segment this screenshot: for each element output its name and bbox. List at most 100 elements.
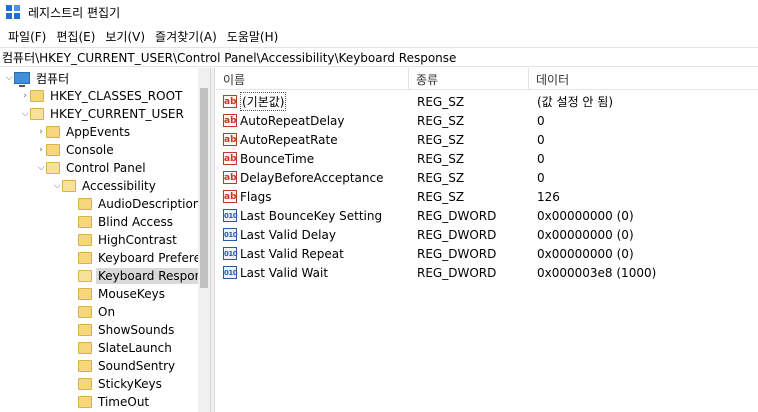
- tree-item-hkcr[interactable]: › HKEY_CLASSES_ROOT: [20, 87, 184, 105]
- value-type: REG_DWORD: [417, 246, 497, 261]
- tree-item-stickykeys[interactable]: StickyKeys: [68, 375, 164, 393]
- menu-view[interactable]: 보기(V): [100, 28, 150, 45]
- chevron-down-icon[interactable]: ⌵: [4, 69, 14, 87]
- value-data: 126: [537, 189, 560, 204]
- tree-scrollbar[interactable]: [198, 68, 210, 412]
- tree-label: HKEY_CURRENT_USER: [50, 107, 184, 121]
- value-row[interactable]: ab DelayBeforeAcceptance REG_SZ 0: [216, 168, 758, 187]
- tree-label: Keyboard Preference: [98, 251, 210, 265]
- value-data: 0x000003e8 (1000): [537, 265, 657, 280]
- address-bar[interactable]: 컴퓨터\HKEY_CURRENT_USER\Control Panel\Acce…: [0, 47, 758, 67]
- tree-item-control-panel[interactable]: ⌵ Control Panel: [36, 159, 148, 177]
- string-icon: ab: [223, 152, 237, 165]
- folder-open-icon: [78, 270, 92, 282]
- value-data: 0x00000000 (0): [537, 227, 634, 242]
- folder-icon: [46, 144, 60, 156]
- value-data: 0: [537, 132, 545, 147]
- tree-item-on[interactable]: On: [68, 303, 117, 321]
- chevron-down-icon[interactable]: ⌵: [36, 159, 46, 177]
- folder-open-icon: [62, 180, 76, 192]
- pane-splitter[interactable]: [210, 68, 215, 412]
- values-list: 이름 종류 데이터 ab (기본값) REG_SZ (값 설정 안 됨) ab Au…: [216, 68, 758, 412]
- value-row[interactable]: 010 Last BounceKey Setting REG_DWORD 0x00…: [216, 206, 758, 225]
- address-path[interactable]: 컴퓨터\HKEY_CURRENT_USER\Control Panel\Acce…: [2, 49, 456, 66]
- chevron-right-icon[interactable]: ›: [36, 141, 46, 159]
- menu-file[interactable]: 파일(F): [3, 28, 51, 45]
- tree-item-timeout[interactable]: TimeOut: [68, 393, 151, 411]
- value-row[interactable]: 010 Last Valid Repeat REG_DWORD 0x0000000…: [216, 244, 758, 263]
- value-row[interactable]: ab AutoRepeatDelay REG_SZ 0: [216, 111, 758, 130]
- tree-label: Keyboard Response: [96, 268, 210, 284]
- value-data: 0x00000000 (0): [537, 246, 634, 261]
- tree-item-mousekeys[interactable]: MouseKeys: [68, 285, 167, 303]
- tree-item-keyboard-response[interactable]: Keyboard Response: [68, 267, 210, 285]
- tree-label: ShowSounds: [98, 323, 175, 337]
- value-data: 0: [537, 170, 545, 185]
- column-header-data[interactable]: 데이터: [529, 68, 758, 90]
- value-row[interactable]: ab (기본값) REG_SZ (값 설정 안 됨): [216, 92, 758, 111]
- value-name: Last Valid Delay: [240, 227, 336, 242]
- chevron-down-icon[interactable]: ⌵: [20, 105, 30, 123]
- chevron-right-icon[interactable]: ›: [20, 87, 30, 105]
- string-icon: ab: [223, 114, 237, 127]
- tree-item-hkcu[interactable]: ⌵ HKEY_CURRENT_USER: [20, 105, 186, 123]
- folder-icon: [78, 216, 92, 228]
- tree-label: MouseKeys: [98, 287, 165, 301]
- value-name: Last Valid Wait: [240, 265, 329, 280]
- folder-icon: [78, 324, 92, 336]
- binary-icon: 010: [223, 209, 238, 222]
- value-name: DelayBeforeAcceptance: [240, 170, 384, 185]
- binary-icon: 010: [223, 228, 238, 241]
- value-data: (값 설정 안 됨): [537, 95, 614, 109]
- tree-item-blind-access[interactable]: Blind Access: [68, 213, 175, 231]
- binary-icon: 010: [223, 266, 238, 279]
- tree-item-audiodescription[interactable]: AudioDescription: [68, 195, 202, 213]
- tree-label: 컴퓨터: [36, 71, 70, 86]
- menu-edit[interactable]: 편집(E): [51, 28, 100, 45]
- tree-item-accessibility[interactable]: ⌵ Accessibility: [52, 177, 158, 195]
- tree-item-highcontrast[interactable]: HighContrast: [68, 231, 179, 249]
- tree-item-soundsentry[interactable]: SoundSentry: [68, 357, 177, 375]
- string-icon: ab: [223, 95, 237, 108]
- tree-label: AudioDescription: [98, 197, 201, 211]
- column-header-name[interactable]: 이름: [216, 68, 409, 90]
- value-data: 0: [537, 113, 545, 128]
- value-name: BounceTime: [240, 151, 315, 166]
- folder-icon: [78, 198, 92, 210]
- window-title: 레지스트리 편집기: [28, 5, 121, 20]
- value-row[interactable]: ab Flags REG_SZ 126: [216, 187, 758, 206]
- tree-item-appevents[interactable]: › AppEvents: [36, 123, 132, 141]
- tree-label: Blind Access: [98, 215, 174, 229]
- value-row[interactable]: 010 Last Valid Wait REG_DWORD 0x000003e8 …: [216, 263, 758, 282]
- folder-icon: [78, 234, 92, 246]
- folder-icon: [30, 90, 44, 102]
- value-row[interactable]: ab AutoRepeatRate REG_SZ 0: [216, 130, 758, 149]
- value-type: REG_DWORD: [417, 265, 497, 280]
- tree-label: HighContrast: [98, 233, 177, 247]
- key-tree: ⌵ 컴퓨터 › HKEY_CLASSES_ROOT ⌵ HKEY_CURRENT…: [0, 68, 210, 412]
- tree-scroll-thumb[interactable]: [200, 88, 208, 288]
- value-type: REG_SZ: [417, 170, 465, 185]
- folder-icon: [78, 378, 92, 390]
- folder-icon: [78, 306, 92, 318]
- tree-item-showsounds[interactable]: ShowSounds: [68, 321, 176, 339]
- tree-item-computer[interactable]: ⌵ 컴퓨터: [4, 69, 71, 87]
- tree-label: SlateLaunch: [98, 341, 172, 355]
- value-row[interactable]: ab BounceTime REG_SZ 0: [216, 149, 758, 168]
- chevron-right-icon[interactable]: ›: [36, 123, 46, 141]
- folder-icon: [78, 252, 92, 264]
- value-name: Last Valid Repeat: [240, 246, 344, 261]
- tree-item-slatelaunch[interactable]: SlateLaunch: [68, 339, 174, 357]
- binary-icon: 010: [223, 247, 238, 260]
- column-header-type[interactable]: 종류: [409, 68, 529, 90]
- value-row[interactable]: 010 Last Valid Delay REG_DWORD 0x00000000…: [216, 225, 758, 244]
- value-type: REG_DWORD: [417, 208, 497, 223]
- chevron-down-icon[interactable]: ⌵: [52, 177, 62, 195]
- tree-item-keyboard-preference[interactable]: Keyboard Preference: [68, 249, 210, 267]
- list-header: 이름 종류 데이터: [216, 68, 758, 90]
- tree-item-console[interactable]: › Console: [36, 141, 116, 159]
- menu-favorites[interactable]: 즐겨찾기(A): [150, 28, 222, 45]
- folder-icon: [78, 288, 92, 300]
- menu-help[interactable]: 도움말(H): [222, 28, 284, 45]
- tree-label: Control Panel: [66, 161, 146, 175]
